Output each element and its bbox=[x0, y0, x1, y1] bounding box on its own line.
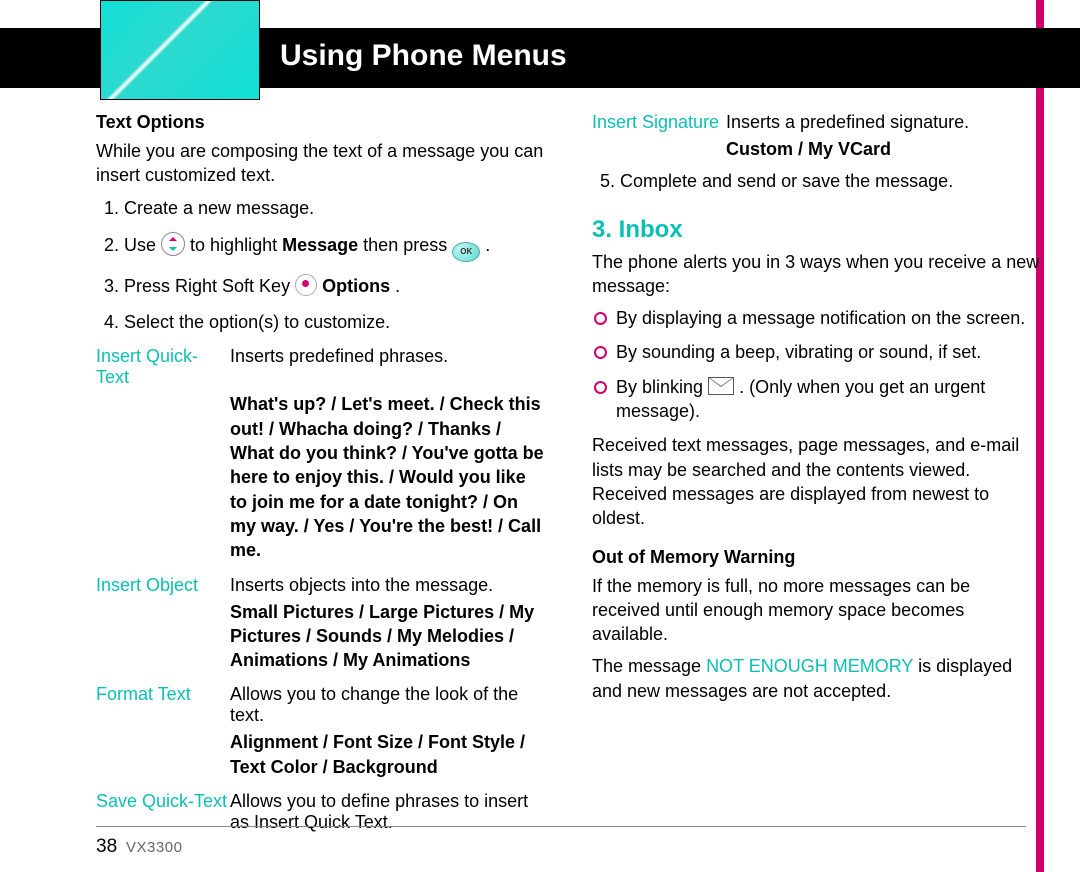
text-options-intro: While you are composing the text of a me… bbox=[96, 139, 544, 188]
format-text-body: Allows you to change the look of the tex… bbox=[230, 684, 544, 726]
header-photo bbox=[100, 0, 260, 100]
oom-paragraph-2: The message NOT ENOUGH MEMORY is display… bbox=[592, 654, 1040, 703]
insert-object-label: Insert Object bbox=[96, 575, 230, 596]
right-soft-key-icon bbox=[295, 274, 317, 296]
text-options-heading: Text Options bbox=[96, 112, 544, 133]
out-of-memory-heading: Out of Memory Warning bbox=[592, 547, 1040, 568]
footer-rule bbox=[96, 826, 1026, 827]
format-text-label: Format Text bbox=[96, 684, 230, 726]
step-5: Complete and send or save the message. bbox=[620, 169, 1040, 193]
right-column: Insert Signature Inserts a predefined si… bbox=[592, 112, 1040, 837]
insert-quick-text-label: Insert Quick-Text bbox=[96, 346, 230, 388]
step-1: Create a new message. bbox=[124, 196, 544, 220]
page-footer: 38 VX3300 bbox=[96, 836, 182, 858]
ok-icon: OK bbox=[452, 242, 480, 262]
left-column: Text Options While you are composing the… bbox=[96, 112, 544, 837]
insert-quick-text-examples: What's up? / Let's meet. / Check this ou… bbox=[230, 392, 544, 562]
insert-signature-label: Insert Signature bbox=[592, 112, 726, 133]
text-options-steps: Create a new message. Use to highlight M… bbox=[96, 196, 544, 335]
nav-circle-icon bbox=[161, 232, 185, 256]
format-text-examples: Alignment / Font Size / Font Style / Tex… bbox=[230, 730, 544, 779]
content: Text Options While you are composing the… bbox=[96, 112, 1040, 837]
alert-2: By sounding a beep, vibrating or sound, … bbox=[592, 340, 1040, 364]
format-text-row: Format Text Allows you to change the loo… bbox=[96, 684, 544, 726]
insert-signature-body: Inserts a predefined signature. bbox=[726, 112, 1040, 133]
model-number: VX3300 bbox=[126, 839, 182, 856]
oom-paragraph-1: If the memory is full, no more messages … bbox=[592, 574, 1040, 647]
step-4: Select the option(s) to customize. bbox=[124, 310, 544, 334]
not-enough-memory-text: NOT ENOUGH MEMORY bbox=[706, 656, 913, 676]
alert-3: By blinking . (Only when you get an urge… bbox=[592, 375, 1040, 424]
page-number: 38 bbox=[96, 836, 117, 857]
alert-1: By displaying a message notification on … bbox=[592, 306, 1040, 330]
manual-page: Using Phone Menus Text Options While you… bbox=[0, 0, 1080, 872]
insert-signature-examples: Custom / My VCard bbox=[726, 137, 1040, 161]
inbox-alert-list: By displaying a message notification on … bbox=[592, 306, 1040, 423]
envelope-icon bbox=[708, 377, 734, 395]
step-2: Use to highlight Message then press OK . bbox=[124, 232, 544, 262]
inbox-heading: 3. Inbox bbox=[592, 216, 1040, 244]
insert-signature-row: Insert Signature Inserts a predefined si… bbox=[592, 112, 1040, 133]
page-title: Using Phone Menus bbox=[280, 39, 567, 73]
insert-object-body: Inserts objects into the message. bbox=[230, 575, 544, 596]
insert-quick-text-body: Inserts predefined phrases. bbox=[230, 346, 544, 388]
insert-object-row: Insert Object Inserts objects into the m… bbox=[96, 575, 544, 596]
text-options-steps-cont: Complete and send or save the message. bbox=[592, 169, 1040, 193]
step-3: Press Right Soft Key Options . bbox=[124, 274, 544, 298]
inbox-intro: The phone alerts you in 3 ways when you … bbox=[592, 250, 1040, 299]
insert-object-examples: Small Pictures / Large Pictures / My Pic… bbox=[230, 600, 544, 673]
inbox-paragraph: Received text messages, page messages, a… bbox=[592, 433, 1040, 530]
insert-quick-text-row: Insert Quick-Text Inserts predefined phr… bbox=[96, 346, 544, 388]
